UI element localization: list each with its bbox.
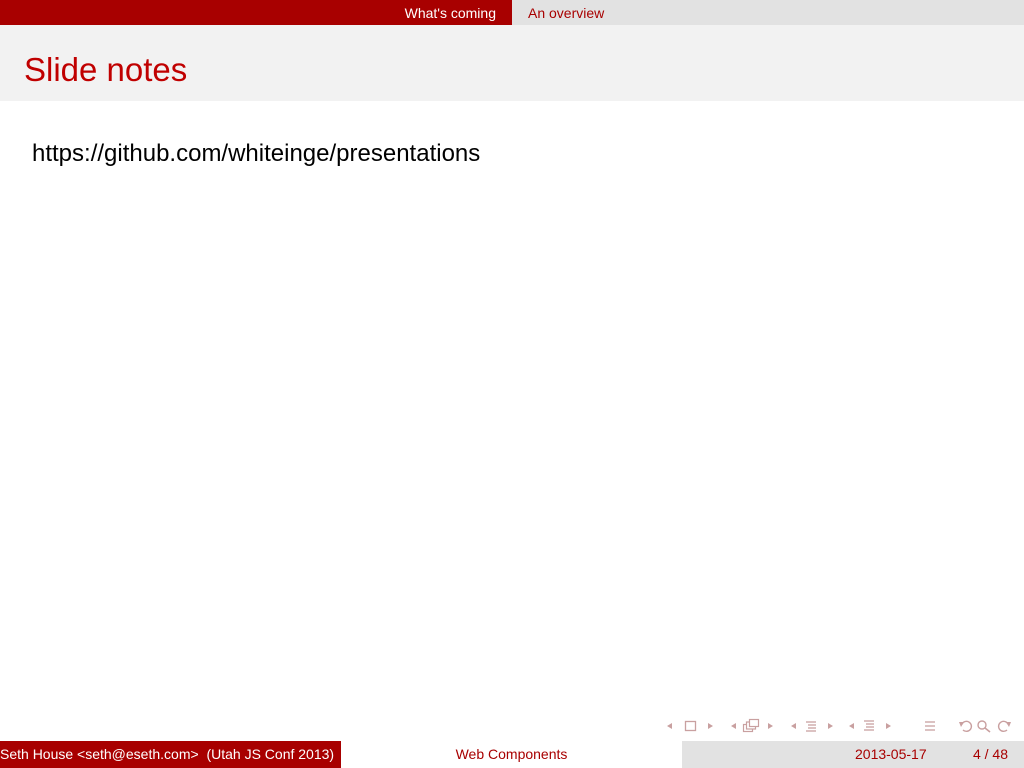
navigation-symbols: [662, 716, 1018, 736]
align-icon[interactable]: [924, 716, 936, 736]
footer-page-number: 4 / 48: [972, 746, 1008, 762]
frame-title: Slide notes: [24, 51, 188, 88]
arrow-left-icon[interactable]: [790, 716, 798, 736]
frame-title-band: Slide notes: [0, 25, 1024, 101]
footer-author: Seth House <seth@eseth.com> (Utah JS Con…: [0, 746, 334, 762]
document-icon[interactable]: [862, 716, 876, 736]
section-icon[interactable]: [804, 716, 818, 736]
frame-icon[interactable]: [684, 716, 698, 736]
arrow-right-icon[interactable]: [884, 716, 892, 736]
footer-institute: (Utah JS Conf 2013): [206, 746, 335, 762]
footer-date-block: 2013-05-17 4 / 48: [682, 741, 1024, 768]
arrow-right-icon[interactable]: [766, 716, 774, 736]
slide: What's coming An overview Slide notes ht…: [0, 0, 1024, 768]
arrow-right-icon[interactable]: [826, 716, 834, 736]
subsection-icon[interactable]: [742, 716, 760, 736]
header-nav-left: What's coming: [0, 0, 512, 25]
slide-body-url: https://github.com/whiteinge/presentatio…: [32, 140, 481, 167]
footer-short-title: Web Components: [455, 746, 568, 762]
header-navigation: What's coming An overview: [0, 0, 1024, 25]
arrow-right-icon[interactable]: [706, 716, 714, 736]
nav-section-an-overview[interactable]: An overview: [528, 5, 604, 21]
footer: Seth House <seth@eseth.com> (Utah JS Con…: [0, 741, 1024, 768]
arrow-left-icon[interactable]: [730, 716, 738, 736]
footer-date: 2013-05-17: [855, 746, 927, 762]
nav-section-whats-coming[interactable]: What's coming: [405, 5, 496, 21]
footer-title-block: Web Components: [341, 741, 682, 768]
redo-icon[interactable]: [996, 716, 1012, 736]
arrow-left-icon[interactable]: [848, 716, 856, 736]
search-icon[interactable]: [976, 716, 992, 736]
arrow-left-icon[interactable]: [666, 716, 674, 736]
header-nav-right: An overview: [512, 0, 1024, 25]
footer-author-name: Seth House <seth@eseth.com>: [0, 746, 199, 762]
undo-icon[interactable]: [958, 716, 974, 736]
footer-author-block: Seth House <seth@eseth.com> (Utah JS Con…: [0, 741, 341, 768]
